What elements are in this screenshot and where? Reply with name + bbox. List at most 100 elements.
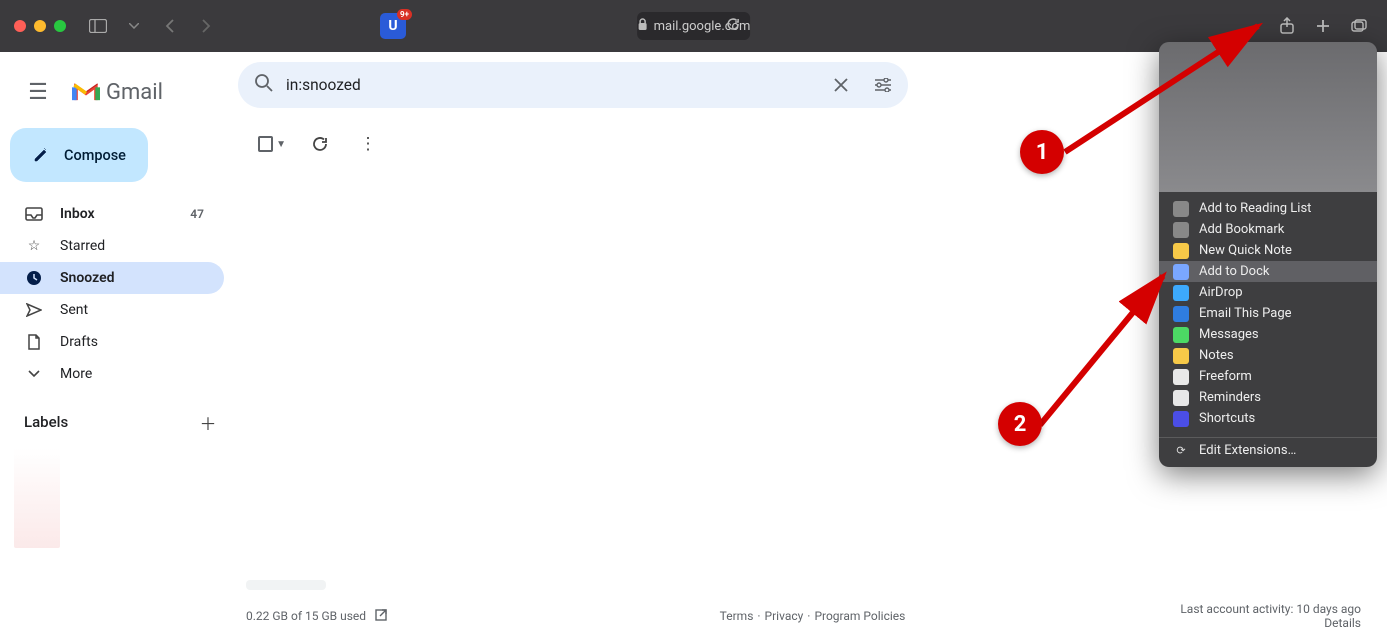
extension-badge[interactable]: U (380, 13, 406, 39)
share-item-icon (1173, 348, 1189, 364)
nav-snoozed[interactable]: Snoozed (0, 262, 224, 294)
share-item-add-to-reading-list[interactable]: Add to Reading List (1159, 198, 1377, 219)
policies-link[interactable]: Program Policies (814, 609, 905, 623)
edit-extensions-label: Edit Extensions… (1199, 443, 1296, 458)
edit-extensions-icon: ⟳ (1173, 443, 1189, 459)
share-item-shortcuts[interactable]: Shortcuts (1159, 408, 1377, 429)
terms-link[interactable]: Terms (720, 609, 754, 623)
gmail-footer: 0.22 GB of 15 GB used Terms · Privacy · … (238, 592, 1387, 644)
labels-header: Labels ＋ (0, 390, 238, 442)
share-item-label: Shortcuts (1199, 411, 1255, 426)
compose-button[interactable]: Compose (10, 128, 148, 182)
external-link-icon[interactable] (374, 608, 388, 625)
share-item-label: Add to Dock (1199, 264, 1269, 279)
share-item-icon (1173, 222, 1189, 238)
forward-button[interactable] (192, 12, 220, 40)
privacy-link[interactable]: Privacy (765, 609, 804, 623)
share-item-new-quick-note[interactable]: New Quick Note (1159, 240, 1377, 261)
clear-search-button[interactable] (826, 70, 856, 100)
label-thumbnail[interactable] (14, 448, 60, 548)
extension-letter: U (388, 18, 397, 34)
star-icon: ☆ (24, 238, 44, 254)
share-item-label: Freeform (1199, 369, 1252, 384)
share-item-label: Notes (1199, 348, 1234, 363)
window-traffic-lights (14, 20, 66, 32)
nav-inbox[interactable]: Inbox 47 (0, 198, 224, 230)
nav-sent[interactable]: Sent (0, 294, 224, 326)
labels-title: Labels (24, 413, 68, 431)
share-item-label: AirDrop (1199, 285, 1243, 300)
share-item-icon (1173, 264, 1189, 280)
back-button[interactable] (156, 12, 184, 40)
search-input[interactable] (286, 76, 814, 94)
share-item-messages[interactable]: Messages (1159, 324, 1377, 345)
share-item-add-bookmark[interactable]: Add Bookmark (1159, 219, 1377, 240)
safari-share-menu: Add to Reading ListAdd Bookmark New Quick… (1159, 42, 1377, 467)
clock-icon (24, 270, 44, 286)
search-bar[interactable] (238, 62, 908, 108)
horizontal-scrollbar[interactable] (246, 580, 326, 590)
refresh-button[interactable] (306, 130, 334, 158)
nav-label: Sent (60, 302, 88, 318)
close-window-button[interactable] (14, 20, 26, 32)
select-all-checkbox[interactable]: ▼ (258, 130, 286, 158)
address-bar[interactable]: mail.google.com (637, 12, 751, 40)
search-options-button[interactable] (868, 70, 898, 100)
share-item-freeform[interactable]: Freeform (1159, 366, 1377, 387)
pencil-icon (32, 144, 50, 166)
hamburger-menu-button[interactable]: ☰ (16, 70, 60, 114)
gmail-sidebar: ☰ Gmail Compose Inbox 47 (0, 52, 238, 644)
gmail-logo-icon (72, 81, 100, 103)
share-item-icon (1173, 327, 1189, 343)
activity-text: Last account activity: 10 days ago (1180, 602, 1361, 616)
annotation-callout-1: 1 (1020, 130, 1064, 174)
share-item-reminders[interactable]: Reminders (1159, 387, 1377, 408)
search-icon (254, 73, 274, 97)
share-item-notes[interactable]: Notes (1159, 345, 1377, 366)
folder-nav: Inbox 47 ☆ Starred Snoozed Sent Drafts (0, 198, 238, 390)
share-item-icon (1173, 201, 1189, 217)
send-icon (24, 303, 44, 317)
share-item-airdrop[interactable]: AirDrop (1159, 282, 1377, 303)
reload-icon[interactable] (726, 17, 740, 35)
inbox-icon (24, 207, 44, 221)
nav-label: Drafts (60, 334, 98, 350)
share-item-email-this-page[interactable]: Email This Page (1159, 303, 1377, 324)
nav-label: More (60, 366, 92, 382)
file-icon (24, 334, 44, 350)
edit-extensions-item[interactable]: ⟳ Edit Extensions… (1159, 440, 1377, 461)
share-preview-thumbnail (1159, 42, 1377, 192)
nav-starred[interactable]: ☆ Starred (0, 230, 224, 262)
nav-drafts[interactable]: Drafts (0, 326, 224, 358)
storage-text: 0.22 GB of 15 GB used (246, 609, 366, 623)
share-item-icon (1173, 390, 1189, 406)
maximize-window-button[interactable] (54, 20, 66, 32)
minimize-window-button[interactable] (34, 20, 46, 32)
tab-dropdown-button[interactable] (120, 12, 148, 40)
details-link[interactable]: Details (1324, 616, 1361, 630)
safari-sidebar-button[interactable] (84, 12, 112, 40)
share-item-icon (1173, 285, 1189, 301)
new-tab-button[interactable] (1309, 12, 1337, 40)
more-actions-button[interactable]: ⋮ (354, 130, 382, 158)
lock-icon (637, 18, 648, 35)
add-label-button[interactable]: ＋ (194, 408, 222, 436)
annotation-callout-2: 2 (998, 402, 1042, 446)
compose-label: Compose (64, 147, 126, 164)
browser-right-controls (1273, 12, 1373, 40)
share-item-icon (1173, 243, 1189, 259)
share-item-label: New Quick Note (1199, 243, 1292, 258)
share-item-icon (1173, 369, 1189, 385)
share-item-label: Email This Page (1199, 306, 1292, 321)
share-item-label: Messages (1199, 327, 1259, 342)
share-item-icon (1173, 411, 1189, 427)
share-item-add-to-dock[interactable]: Add to Dock (1159, 261, 1377, 282)
inbox-count: 47 (190, 207, 204, 221)
share-item-icon (1173, 306, 1189, 322)
gmail-logo[interactable]: Gmail (72, 80, 163, 105)
nav-label: Starred (60, 238, 105, 254)
nav-label: Inbox (60, 206, 95, 222)
tab-overview-button[interactable] (1345, 12, 1373, 40)
share-button[interactable] (1273, 12, 1301, 40)
nav-more[interactable]: More (0, 358, 224, 390)
